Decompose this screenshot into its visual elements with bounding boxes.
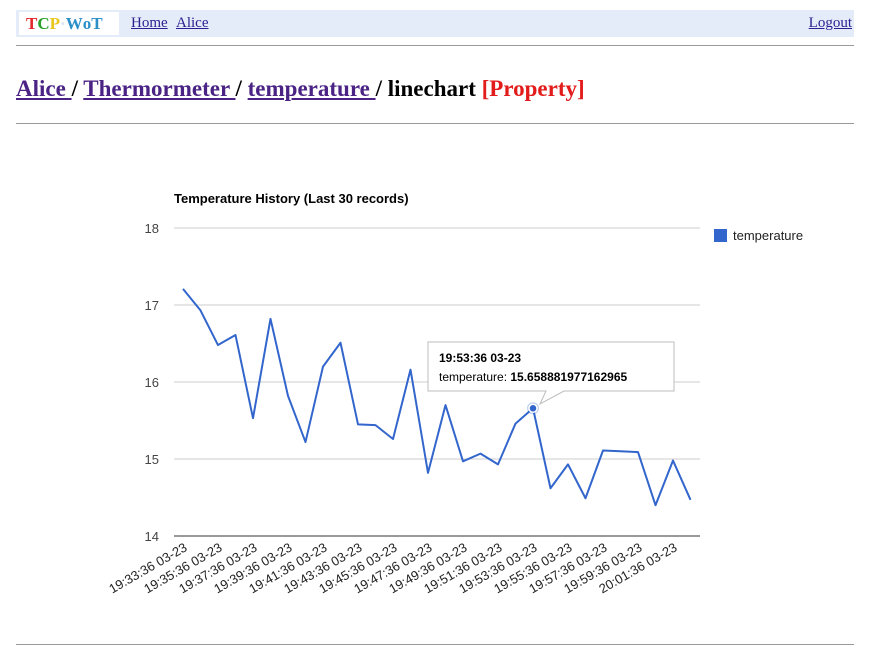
divider: [16, 644, 854, 645]
y-axis-ticks: 14 15 16 17 18: [145, 221, 159, 544]
temperature-line-chart: Temperature History (Last 30 records) 14…: [106, 191, 803, 597]
tooltip-label: temperature:: [439, 370, 510, 384]
chart-legend: temperature: [714, 228, 803, 243]
y-tick-label: 17: [145, 298, 159, 313]
chart-tooltip: 19:53:36 03-23 temperature: 15.658881977…: [427, 341, 675, 406]
tooltip-value: 15.658881977162965: [510, 370, 627, 384]
chart-series: [182, 288, 692, 507]
tooltip-text: temperature: 15.658881977162965: [439, 370, 627, 384]
legend-swatch: [714, 229, 727, 242]
series-line-temperature: [182, 288, 692, 507]
legend-label: temperature: [733, 228, 803, 243]
y-tick-label: 15: [145, 452, 159, 467]
data-point-highlighted[interactable]: [528, 403, 538, 414]
x-axis-ticks: 19:33:36 03-2319:35:36 03-2319:37:36 03-…: [106, 540, 679, 597]
chart-title: Temperature History (Last 30 records): [174, 191, 409, 206]
y-tick-label: 14: [145, 529, 159, 544]
y-tick-label: 18: [145, 221, 159, 236]
y-tick-label: 16: [145, 375, 159, 390]
tooltip-title: 19:53:36 03-23: [439, 351, 521, 365]
